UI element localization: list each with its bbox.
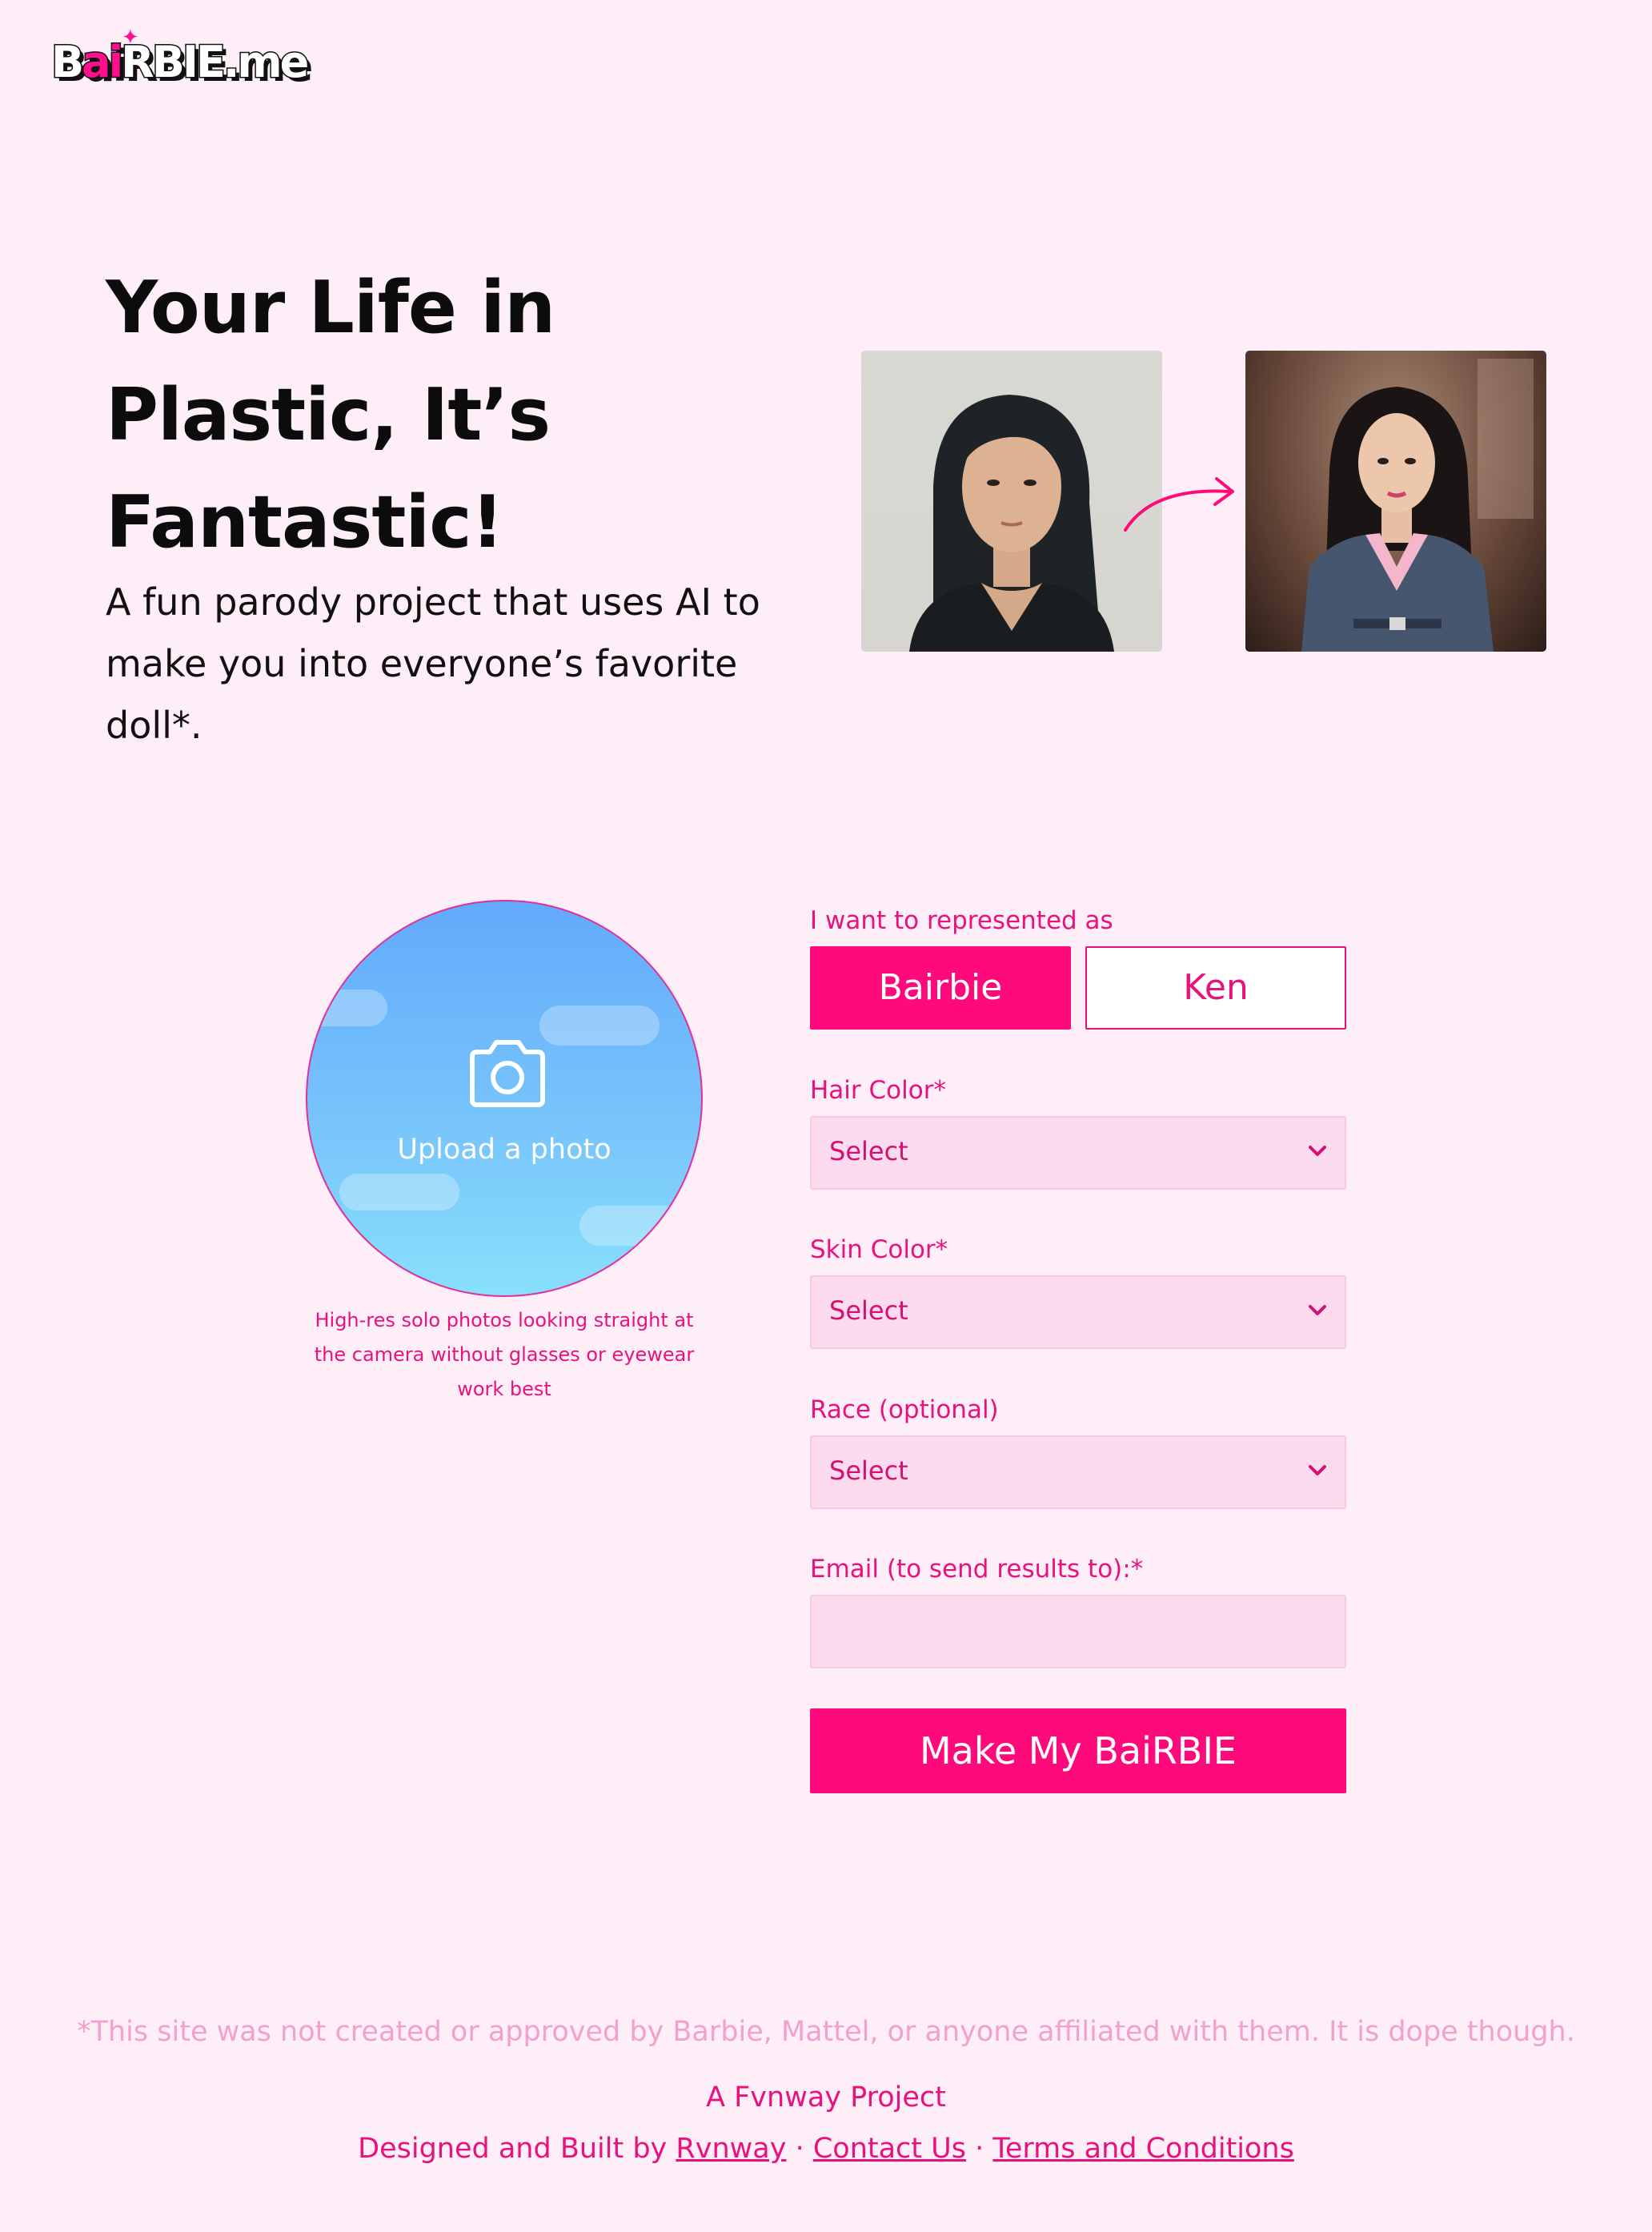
chevron-down-icon: [1309, 1146, 1326, 1156]
example-after-photo: [1245, 351, 1546, 652]
skin-color-label: Skin Color*: [810, 1235, 948, 1264]
footer-links: Designed and Built by Rvnway · Contact U…: [0, 2133, 1652, 2165]
terms-link[interactable]: Terms and Conditions: [992, 2133, 1293, 2165]
skin-color-value: Select: [829, 1295, 908, 1326]
make-my-bairbie-button[interactable]: Make My BaiRBIE: [810, 1708, 1346, 1793]
hero-subtitle: A fun parody project that uses AI to mak…: [106, 580, 760, 747]
disclaimer-text: *This site was not created or approved b…: [77, 2016, 1575, 2048]
contact-us-link[interactable]: Contact Us: [813, 2133, 966, 2165]
cloud-decoration: [307, 990, 387, 1026]
represent-label: I want to represented as: [810, 906, 1113, 935]
cloud-decoration: [579, 1206, 684, 1246]
separator: ·: [795, 2133, 804, 2165]
cloud-decoration: [339, 1174, 459, 1210]
separator: ·: [975, 2133, 984, 2165]
race-label: Race (optional): [810, 1395, 999, 1424]
upload-photo-label: Upload a photo: [397, 1134, 611, 1166]
chevron-down-icon: [1309, 1305, 1326, 1315]
site-logo[interactable]: ✦ BaiRBIE.me: [50, 26, 310, 93]
email-field[interactable]: [810, 1595, 1346, 1668]
race-value: Select: [829, 1455, 908, 1486]
email-label: Email (to send results to):*: [810, 1555, 1144, 1584]
hero-title: Your Life in Plastic, It’s Fantastic!: [106, 266, 555, 564]
designed-by-text: Designed and Built by: [358, 2133, 668, 2165]
photo-upload-dropzone[interactable]: Upload a photo: [306, 900, 703, 1297]
project-credit: A Fvnway Project: [706, 2081, 946, 2114]
race-select[interactable]: Select: [810, 1435, 1346, 1509]
arrow-icon: [1124, 477, 1234, 532]
hair-color-select[interactable]: Select: [810, 1116, 1346, 1190]
logo-wordmark: BaiRBIE.me: [50, 36, 310, 89]
rvnway-link[interactable]: Rvnway: [676, 2133, 786, 2165]
camera-icon: [470, 1040, 545, 1107]
hair-color-label: Hair Color*: [810, 1076, 946, 1105]
example-before-photo: [861, 351, 1162, 652]
upload-hint: High-res solo photos looking straight at…: [314, 1309, 695, 1400]
hair-color-value: Select: [829, 1136, 908, 1166]
skin-color-select[interactable]: Select: [810, 1275, 1346, 1349]
cloud-decoration: [539, 1006, 660, 1046]
chevron-down-icon: [1309, 1465, 1326, 1475]
option-bairbie-button[interactable]: Bairbie: [810, 946, 1071, 1030]
option-ken-button[interactable]: Ken: [1085, 946, 1346, 1030]
